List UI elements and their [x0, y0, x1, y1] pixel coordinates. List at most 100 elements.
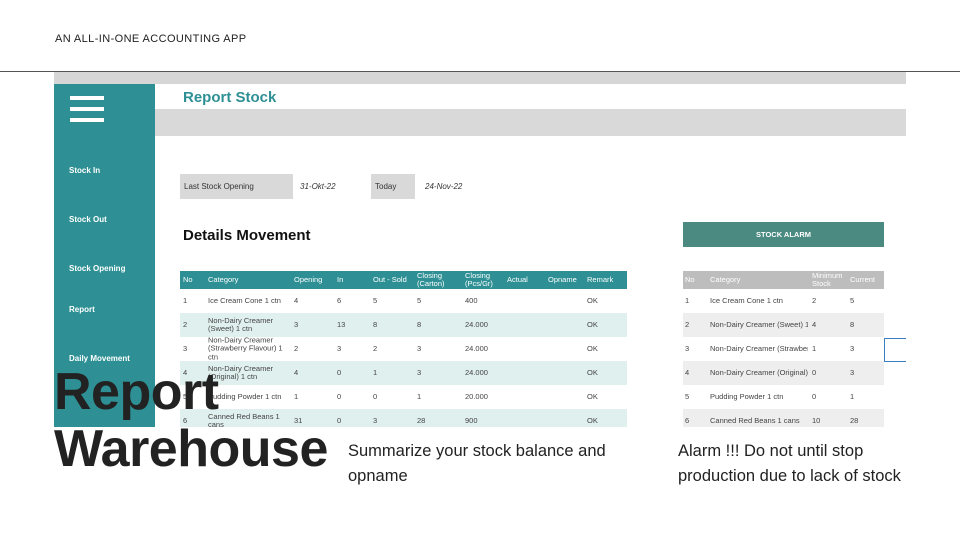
sidebar-item-stock-out[interactable]: Stock Out [69, 215, 107, 224]
cell-closing-carton: 28 [417, 415, 426, 425]
cell-minimum-stock: 4 [812, 320, 817, 329]
slide-tagline: AN ALL-IN-ONE ACCOUNTING APP [55, 33, 247, 45]
cell-out: 0 [373, 391, 378, 401]
slide-title-line-1: Report [54, 363, 219, 421]
details-table-header: No Category Opening In Out - Sold Closin… [180, 271, 627, 289]
cell-minimum-stock: 0 [812, 368, 817, 377]
alarm-table-header: No Category Minimum Stock Current [683, 271, 884, 289]
cell-current: 5 [850, 296, 855, 305]
cell-in: 0 [337, 415, 342, 425]
cell-in: 13 [337, 319, 346, 329]
cell-current: 3 [850, 368, 855, 377]
col-actual: Actual [507, 275, 528, 285]
cell-in: 3 [337, 343, 342, 353]
cell-current: 28 [850, 416, 859, 425]
cell-remark: OK [587, 295, 598, 305]
cell-no: 6 [685, 416, 690, 425]
sidebar-item-stock-in[interactable]: Stock In [69, 166, 100, 175]
cell-no: 4 [685, 368, 690, 377]
cell-closing-carton: 3 [417, 343, 422, 353]
col-no: No [685, 274, 695, 284]
cell-closing-carton: 8 [417, 319, 422, 329]
col-no: No [183, 275, 193, 285]
cell-in: 0 [337, 391, 342, 401]
cell-category: Non-Dairy Creamer (Strawberry Flavour) 1… [710, 344, 808, 353]
cell-closing-pcs: 24.000 [465, 343, 488, 353]
table-row: 5 Pudding Powder 1 ctn 0 1 [683, 385, 884, 409]
cell-remark: OK [587, 367, 598, 377]
cell-closing-pcs: 24.000 [465, 367, 488, 377]
table-row: 1 Ice Cream Cone 1 ctn 4 6 5 5 400 OK [180, 289, 627, 313]
selection-box [884, 338, 906, 362]
last-stock-opening-label: Last Stock Opening [180, 174, 293, 199]
cell-opening: 3 [294, 319, 299, 329]
col-out-sold: Out - Sold [373, 275, 407, 285]
col-category: Category [208, 275, 239, 285]
cell-remark: OK [587, 319, 598, 329]
col-opening: Opening [294, 275, 323, 285]
table-row: 1 Ice Cream Cone 1 ctn 2 5 [683, 289, 884, 313]
cell-category: Non-Dairy Creamer (Original) 1 ctn [710, 368, 808, 377]
cell-out: 3 [373, 415, 378, 425]
details-movement-title: Details Movement [183, 227, 311, 244]
cell-minimum-stock: 2 [812, 296, 817, 305]
cell-category: Pudding Powder 1 ctn [710, 392, 784, 401]
cell-remark: OK [587, 415, 598, 425]
cell-out: 1 [373, 367, 378, 377]
cell-closing-carton: 3 [417, 367, 422, 377]
slide-title: Report Warehouse [54, 364, 328, 478]
cell-out: 2 [373, 343, 378, 353]
col-category: Category [710, 274, 741, 284]
col-current: Current [850, 274, 876, 284]
cell-category: Non-Dairy Creamer (Strawberry Flavour) 1… [208, 335, 283, 362]
caption-left: Summarize your stock balance and opname [348, 442, 606, 485]
cell-category: Ice Cream Cone 1 ctn [710, 296, 783, 305]
cell-minimum-stock: 0 [812, 392, 817, 401]
col-opname: Opname [548, 275, 577, 285]
cell-current: 1 [850, 392, 855, 401]
caption-right: Alarm !!! Do not until stop production d… [678, 442, 901, 485]
cell-no: 1 [685, 296, 690, 305]
cell-no: 5 [685, 392, 690, 401]
cell-in: 6 [337, 295, 342, 305]
cell-opening: 2 [294, 343, 299, 353]
cell-closing-pcs: 24.000 [465, 319, 488, 329]
hamburger-menu-icon[interactable] [70, 96, 104, 122]
top-strip [54, 72, 906, 84]
stock-alarm-table: No Category Minimum Stock Current 1 Ice … [683, 271, 884, 427]
cell-closing-carton: 1 [417, 391, 422, 401]
slide-title-line-2: Warehouse [54, 420, 328, 478]
cell-category: Non-Dairy Creamer (Sweet) 1 ctn [208, 315, 274, 333]
cell-category: Canned Red Beans 1 cans [710, 416, 800, 425]
cell-minimum-stock: 1 [812, 344, 817, 353]
cell-closing-pcs: 900 [465, 415, 478, 425]
stock-alarm-button[interactable]: STOCK ALARM [683, 222, 884, 247]
col-minimum-stock: Minimum Stock [812, 270, 843, 288]
table-row: 4 Non-Dairy Creamer (Original) 1 ctn 0 3 [683, 361, 884, 385]
today-value: 24-Nov-22 [425, 182, 463, 191]
sidebar-item-report[interactable]: Report [69, 305, 95, 314]
table-row: 3 Non-Dairy Creamer (Strawberry Flavour)… [683, 337, 884, 361]
col-remark: Remark [587, 275, 614, 285]
cell-no: 3 [183, 343, 188, 353]
sidebar-item-daily-movement[interactable]: Daily Movement [69, 354, 130, 363]
table-row: 6 Canned Red Beans 1 cans 10 28 [683, 409, 884, 427]
cell-opening: 4 [294, 295, 299, 305]
table-row: 3 Non-Dairy Creamer (Strawberry Flavour)… [180, 335, 627, 362]
cell-in: 0 [337, 367, 342, 377]
cell-current: 3 [850, 344, 855, 353]
cell-category: Ice Cream Cone 1 ctn [208, 295, 281, 305]
cell-category: Non-Dairy Creamer (Sweet) 1 ctn [710, 320, 808, 329]
cell-no: 3 [685, 344, 690, 353]
cell-out: 8 [373, 319, 378, 329]
page-title: Report Stock [183, 89, 277, 106]
today-label: Today [371, 174, 415, 199]
header-bar [155, 109, 906, 136]
cell-remark: OK [587, 343, 598, 353]
cell-no: 2 [183, 319, 188, 329]
cell-out: 5 [373, 295, 378, 305]
cell-no: 2 [685, 320, 690, 329]
cell-closing-pcs: 400 [465, 295, 478, 305]
cell-no: 1 [183, 295, 188, 305]
sidebar-item-stock-opening[interactable]: Stock Opening [69, 264, 125, 273]
